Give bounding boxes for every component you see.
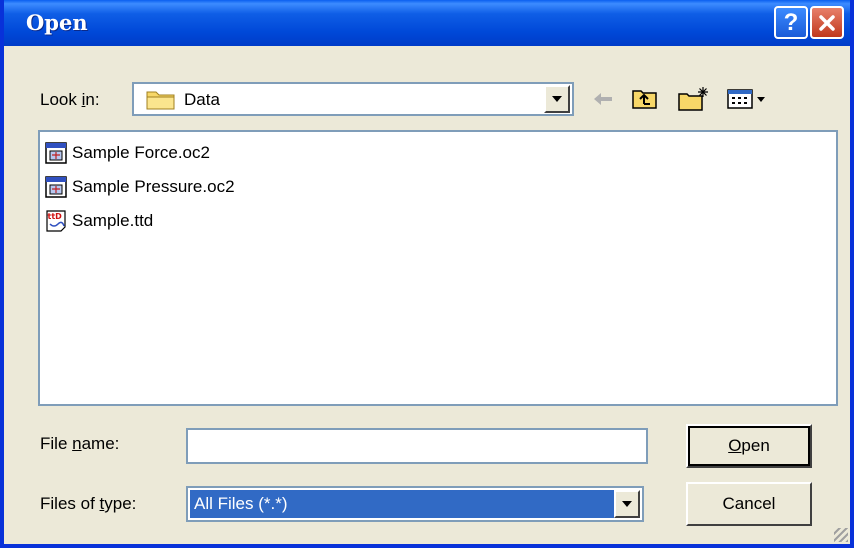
help-button[interactable]: ?: [774, 6, 808, 39]
chevron-down-icon: [622, 501, 632, 507]
chevron-down-icon: [552, 96, 562, 102]
new-folder-icon: [678, 87, 708, 111]
close-icon: [819, 14, 835, 31]
file-name-input[interactable]: [186, 428, 648, 464]
list-item[interactable]: Sample Force.oc2: [44, 138, 210, 168]
file-name: Sample.ttd: [72, 211, 154, 230]
folder-icon: [146, 91, 175, 110]
open-button-label: Open: [728, 436, 770, 455]
list-item[interactable]: ttD Sample.ttd: [44, 206, 153, 236]
oc2-file-icon: [45, 142, 67, 164]
window-title: Open: [26, 10, 88, 35]
look-in-combobox[interactable]: Data: [132, 82, 574, 116]
back-button[interactable]: [588, 84, 618, 114]
file-type-value: All Files (*.*): [190, 490, 614, 518]
look-in-value: Data: [184, 90, 220, 109]
file-name-label: File name:: [40, 434, 120, 453]
create-new-folder-button[interactable]: [674, 84, 714, 114]
view-menu-button[interactable]: [724, 84, 770, 114]
back-arrow-icon: [594, 93, 612, 105]
look-in-label: Look in:: [40, 90, 100, 109]
oc2-file-icon: [45, 176, 67, 198]
file-name: Sample Force.oc2: [72, 143, 210, 162]
file-name: Sample Pressure.oc2: [72, 177, 235, 196]
list-item[interactable]: Sample Pressure.oc2: [44, 172, 235, 202]
close-button[interactable]: [810, 6, 844, 39]
help-icon: ?: [783, 8, 799, 36]
look-in-dropdown-button[interactable]: [544, 85, 570, 113]
cancel-button[interactable]: Cancel: [686, 482, 812, 526]
up-one-level-button[interactable]: [628, 84, 662, 114]
ttd-file-icon: ttD: [46, 210, 66, 232]
file-type-select[interactable]: All Files (*.*): [186, 486, 644, 522]
svg-text:ttD: ttD: [48, 212, 63, 221]
resize-grip[interactable]: [834, 528, 848, 542]
file-type-dropdown-button[interactable]: [614, 490, 640, 518]
title-bar[interactable]: Open ?: [4, 0, 850, 46]
file-type-label: Files of type:: [40, 494, 137, 513]
file-list[interactable]: Sample Force.oc2 Sample Pressure.oc2 ttD…: [38, 130, 838, 406]
up-folder-icon: [632, 90, 657, 109]
view-menu-icon: [727, 89, 765, 109]
open-dialog: Open ? Look in: Data Sample Force.oc2 Sa…: [0, 0, 854, 548]
open-button[interactable]: Open: [686, 424, 812, 468]
